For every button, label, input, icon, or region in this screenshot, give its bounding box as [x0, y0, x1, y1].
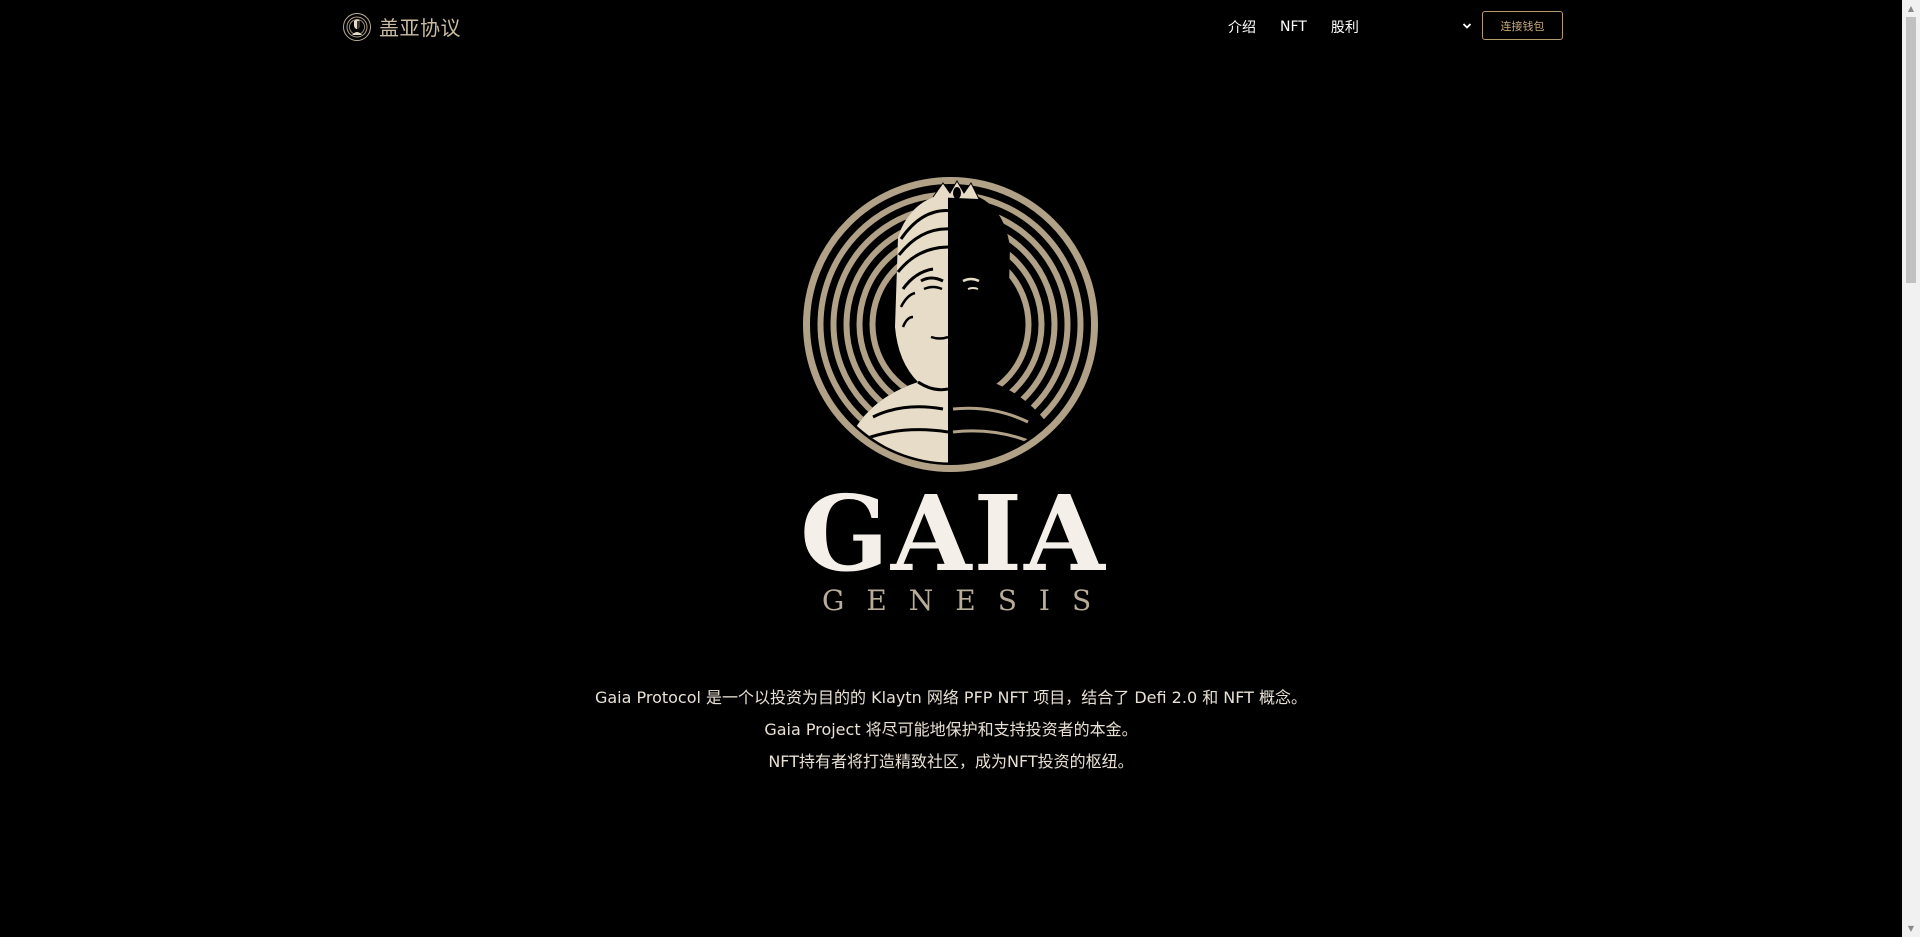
description-line: Gaia Protocol 是一个以投资为目的的 Klaytn 网络 PFP N…: [594, 688, 1308, 707]
page: 盖亚协议 介绍 NFT 股利 连接钱包 GAIA GENESIS Gaia Pr…: [0, 0, 1920, 937]
chevron-down-icon: [1462, 23, 1472, 29]
scroll-down-arrow-icon[interactable]: ▼: [1902, 920, 1920, 937]
language-select[interactable]: [1380, 15, 1472, 37]
nav-link-intro[interactable]: 介绍: [1228, 17, 1256, 37]
nav-link-nft[interactable]: NFT: [1280, 19, 1307, 35]
description-line: Gaia Project 将尽可能地保护和支持投资者的本金。: [764, 720, 1138, 739]
hero-title: GAIA: [800, 472, 1107, 595]
top-navbar: 盖亚协议 介绍 NFT 股利 连接钱包: [0, 0, 1902, 52]
scrollbar-thumb[interactable]: [1906, 17, 1916, 283]
page-scrollbar[interactable]: ▲ ▼: [1902, 0, 1920, 937]
nav-links: 介绍 NFT 股利: [1228, 17, 1383, 37]
connect-wallet-button[interactable]: 连接钱包: [1482, 11, 1563, 40]
description-line: NFT持有者将打造精致社区，成为NFT投资的枢纽。: [768, 752, 1134, 771]
goddess-emblem-icon: [343, 12, 371, 41]
scroll-up-arrow-icon[interactable]: ▲: [1902, 0, 1920, 17]
hero-subtitle: GENESIS: [822, 584, 1114, 617]
brand-home-link[interactable]: 盖亚协议: [343, 12, 461, 41]
hero-description: Gaia Protocol 是一个以投资为目的的 Klaytn 网络 PFP N…: [0, 682, 1902, 778]
nav-link-dividend[interactable]: 股利: [1331, 17, 1359, 37]
gaia-goddess-emblem: [803, 177, 1098, 472]
brand-name: 盖亚协议: [379, 16, 461, 40]
